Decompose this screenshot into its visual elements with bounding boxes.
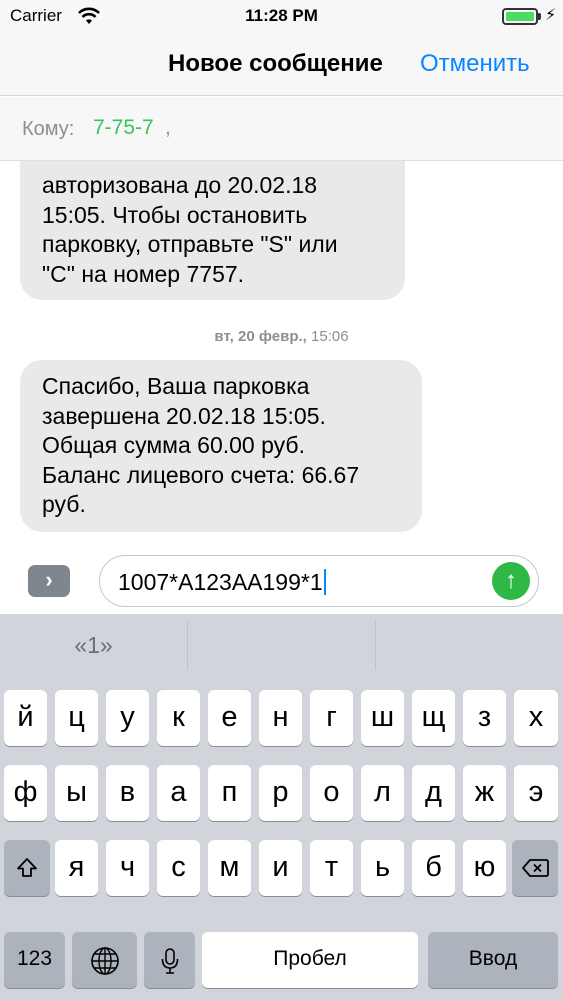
timestamp-time: 15:06 bbox=[311, 328, 349, 345]
key-3-7[interactable]: ь bbox=[361, 840, 404, 896]
message-bubble: авторизована до 20.02.18 15:05. Чтобы ос… bbox=[20, 150, 405, 300]
shift-key[interactable] bbox=[4, 840, 50, 896]
key-3-3[interactable]: с bbox=[157, 840, 200, 896]
status-bar: Carrier 11:28 PM ⚡ bbox=[0, 0, 563, 32]
clock: 11:28 PM bbox=[245, 6, 318, 25]
globe-key[interactable] bbox=[72, 932, 137, 988]
key-3-5[interactable]: и bbox=[259, 840, 302, 896]
key-2-4[interactable]: а bbox=[157, 765, 200, 821]
key-3-6[interactable]: т bbox=[310, 840, 353, 896]
key-2-2[interactable]: ы bbox=[55, 765, 98, 821]
timestamp-date: вт, 20 февр., bbox=[214, 328, 307, 345]
nav-bar: Новое сообщение Отменить bbox=[0, 32, 563, 96]
microphone-icon bbox=[161, 948, 178, 974]
key-2-1[interactable]: ф bbox=[4, 765, 47, 821]
composer-bar: › 1007*A123AA199*1 ↑ bbox=[0, 548, 563, 614]
message-input[interactable]: 1007*A123AA199*1 ↑ bbox=[99, 555, 539, 607]
dictation-key[interactable] bbox=[144, 932, 195, 988]
charging-icon: ⚡ bbox=[545, 7, 557, 24]
message-timestamp: вт, 20 февр., 15:06 bbox=[0, 328, 563, 345]
key-2-10[interactable]: ж bbox=[463, 765, 506, 821]
apps-button[interactable]: › bbox=[28, 565, 70, 597]
recipient-separator: , bbox=[165, 116, 171, 139]
prediction-3[interactable] bbox=[376, 614, 563, 676]
key-3-1[interactable]: я bbox=[55, 840, 98, 896]
prediction-2[interactable] bbox=[188, 614, 375, 676]
battery-tip bbox=[538, 13, 541, 20]
keyboard: «1» й ц у к е н г ш щ з х ф ы в а п р о … bbox=[0, 614, 563, 1000]
key-1-9[interactable]: щ bbox=[412, 690, 455, 746]
key-2-8[interactable]: л bbox=[361, 765, 404, 821]
globe-icon bbox=[90, 947, 119, 975]
key-2-7[interactable]: о bbox=[310, 765, 353, 821]
page-title: Новое сообщение bbox=[168, 50, 383, 77]
delete-key[interactable] bbox=[512, 840, 558, 896]
key-1-11[interactable]: х bbox=[514, 690, 558, 746]
key-2-11[interactable]: э bbox=[514, 765, 558, 821]
key-1-2[interactable]: ц bbox=[55, 690, 98, 746]
numbers-key[interactable]: 123 bbox=[4, 932, 65, 988]
prediction-1[interactable]: «1» bbox=[0, 614, 187, 676]
key-3-9[interactable]: ю bbox=[463, 840, 506, 896]
space-key[interactable]: Пробел bbox=[202, 932, 418, 988]
key-3-8[interactable]: б bbox=[412, 840, 455, 896]
message-bubble: Спасибо, Ваша парковка завершена 20.02.1… bbox=[20, 360, 422, 532]
key-1-1[interactable]: й bbox=[4, 690, 47, 746]
key-1-7[interactable]: г bbox=[310, 690, 353, 746]
key-2-6[interactable]: р bbox=[259, 765, 302, 821]
prediction-bar: «1» bbox=[0, 614, 563, 676]
recipient-field[interactable]: Кому: 7-75-7 , bbox=[0, 97, 563, 161]
key-2-9[interactable]: д bbox=[412, 765, 455, 821]
arrow-up-icon: ↑ bbox=[505, 567, 517, 594]
battery-icon bbox=[502, 8, 538, 25]
chevron-right-icon: › bbox=[45, 567, 53, 592]
key-1-4[interactable]: к bbox=[157, 690, 200, 746]
key-1-5[interactable]: е bbox=[208, 690, 251, 746]
return-key[interactable]: Ввод bbox=[428, 932, 558, 988]
key-3-4[interactable]: м bbox=[208, 840, 251, 896]
key-1-6[interactable]: н bbox=[259, 690, 302, 746]
key-1-8[interactable]: ш bbox=[361, 690, 404, 746]
cancel-button[interactable]: Отменить bbox=[420, 50, 530, 78]
key-2-5[interactable]: п bbox=[208, 765, 251, 821]
backspace-icon bbox=[522, 859, 549, 877]
key-3-2[interactable]: ч bbox=[106, 840, 149, 896]
shift-icon bbox=[17, 858, 37, 877]
recipient-label: Кому: bbox=[22, 118, 75, 140]
message-input-text: 1007*A123AA199*1 bbox=[118, 569, 326, 596]
key-1-10[interactable]: з bbox=[463, 690, 506, 746]
key-2-3[interactable]: в bbox=[106, 765, 149, 821]
text-caret bbox=[323, 569, 326, 595]
recipient-token[interactable]: 7-75-7 bbox=[93, 116, 154, 140]
send-button[interactable]: ↑ bbox=[492, 562, 530, 600]
key-1-3[interactable]: у bbox=[106, 690, 149, 746]
